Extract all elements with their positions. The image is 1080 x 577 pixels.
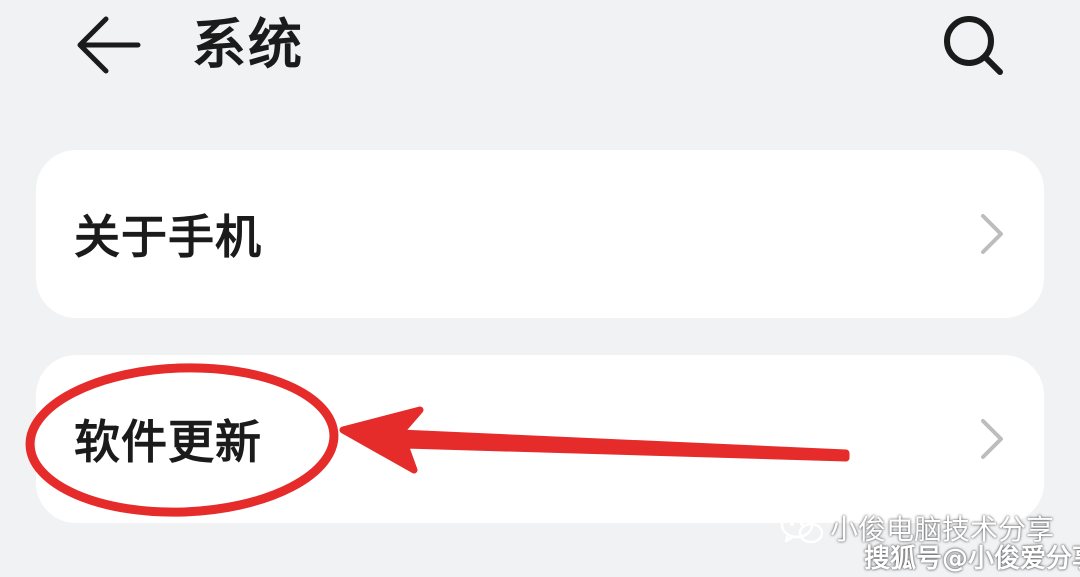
search-icon — [944, 16, 1003, 75]
settings-item-software-update[interactable]: 软件更新 — [36, 355, 1044, 523]
wechat-logo — [780, 511, 824, 544]
page-title: 系统 — [192, 13, 304, 76]
settings-item-label: 软件更新 — [74, 415, 262, 469]
watermark-line-2: 搜狐号@小俊爱分享 — [864, 544, 1080, 574]
back-button[interactable] — [72, 12, 144, 78]
chevron-right-icon — [978, 417, 1006, 461]
arrow-left-icon — [77, 16, 141, 74]
chevron-right-icon — [978, 212, 1006, 256]
search-button[interactable] — [938, 12, 1008, 78]
app-header: 系统 — [0, 0, 1080, 110]
settings-item-label: 关于手机 — [74, 210, 262, 264]
settings-item-about-phone[interactable]: 关于手机 — [36, 150, 1044, 318]
